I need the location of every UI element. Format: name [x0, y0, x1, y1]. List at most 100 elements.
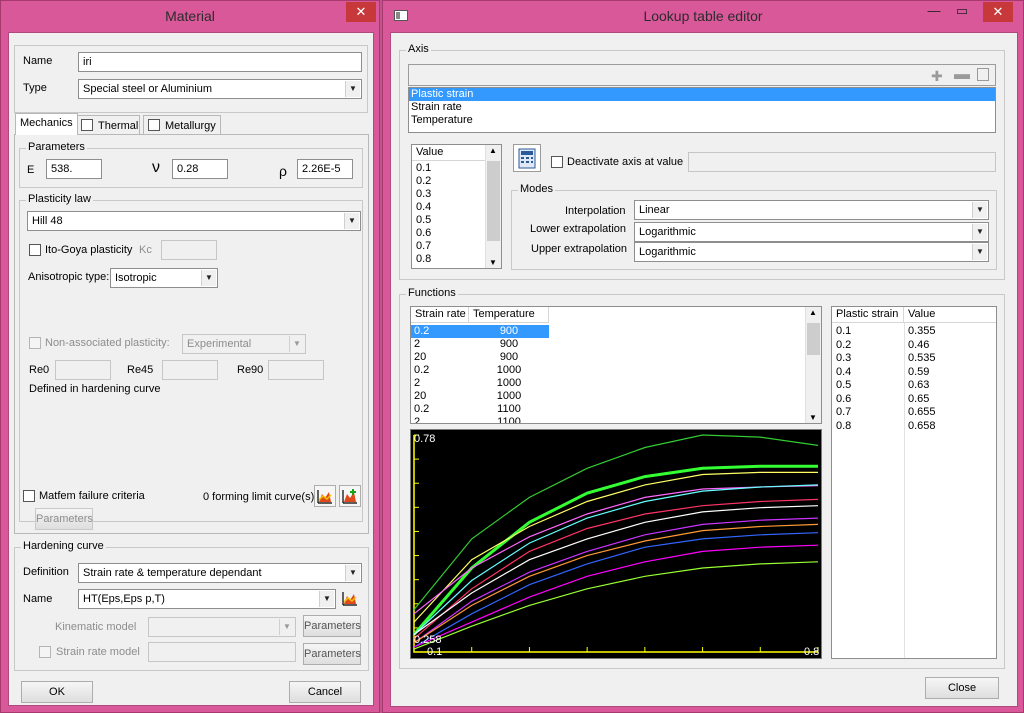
kinematic-select[interactable]: ▼ [148, 617, 296, 637]
aniso-select[interactable]: Isotropic ▼ [110, 268, 218, 288]
value-header[interactable]: Value [904, 307, 996, 323]
strain-rate-header[interactable]: Strain rate [411, 307, 469, 323]
table-row[interactable]: 0.1 0.355 [832, 325, 996, 339]
maximize-button[interactable]: ▭ [949, 2, 975, 22]
axis-list-item[interactable]: Temperature [409, 114, 995, 127]
table-row[interactable]: 2 900 [411, 338, 807, 351]
values-table[interactable]: Plastic strain Value 0.1 0.355 0.2 0.46 0.3 0… [831, 306, 997, 659]
tab-thermal[interactable]: Thermal [76, 115, 140, 135]
axis-list-item[interactable]: Plastic strain [409, 88, 995, 101]
axis-value-item[interactable]: 0.8 [414, 253, 431, 266]
strain-rate-model-field[interactable] [148, 642, 296, 662]
re90-field[interactable] [268, 360, 324, 380]
re0-field[interactable] [55, 360, 111, 380]
value-column-header[interactable]: Value [412, 145, 486, 161]
lookup-close-x-button[interactable]: ✕ [983, 2, 1013, 22]
name-field[interactable]: iri [78, 52, 362, 72]
strain-rate-parameters-button[interactable]: Parameters [303, 643, 361, 665]
axis-value-item[interactable]: 0.2 [414, 175, 431, 188]
axis-value-item[interactable]: 0.5 [414, 214, 431, 227]
ito-goya-checkbox[interactable] [29, 244, 41, 256]
matfem-checkbox[interactable] [23, 490, 35, 502]
hardening-name-select[interactable]: HT(Eps,Eps p,T) ▼ [78, 589, 336, 609]
nu-field[interactable]: 0.28 [172, 159, 228, 179]
material-window: Material ✕ Name iri Type Special steel o… [0, 0, 380, 713]
hardening-chart-icon[interactable] [340, 588, 362, 610]
table-row[interactable]: 0.6 0.65 [832, 392, 996, 407]
re45-field[interactable] [162, 360, 218, 380]
axis-values-list[interactable]: Value 0.1 0.2 0.3 0.4 0.5 0.6 0.7 0.8 ▲ ▼ [411, 144, 502, 269]
axis-value-item[interactable]: 0.1 [414, 162, 431, 175]
value-cell: 0.65 [908, 392, 930, 405]
remove-icon[interactable]: ▬ [954, 66, 970, 84]
deactivate-axis-field[interactable] [688, 152, 996, 172]
minimize-button[interactable]: — [921, 2, 947, 22]
material-close-button[interactable]: ✕ [346, 2, 376, 22]
table-row[interactable]: 0.2 1000 [411, 364, 807, 377]
table-row[interactable]: 0.7 0.655 [832, 406, 996, 420]
table-row[interactable]: 20 1000 [411, 390, 807, 403]
table-row[interactable]: 0.2 1100 [411, 403, 807, 416]
functions-scrollbar[interactable]: ▲ ▼ [805, 307, 821, 423]
table-row[interactable]: 0.3 0.535 [832, 352, 996, 366]
interpolation-value: Linear [639, 204, 670, 216]
calculator-icon[interactable] [513, 144, 541, 172]
metallurgy-checkbox[interactable] [148, 119, 160, 131]
table-row[interactable]: 0.4 0.59 [832, 366, 996, 380]
table-row[interactable]: 20 900 [411, 351, 807, 364]
chevron-down-icon: ▼ [345, 565, 360, 581]
strain-rate-model-checkbox[interactable] [39, 646, 51, 658]
axis-list-item[interactable]: Strain rate [409, 101, 995, 114]
ok-button[interactable]: OK [21, 681, 93, 703]
table-row[interactable]: 2 1000 [411, 377, 807, 390]
thermal-checkbox[interactable] [81, 119, 93, 131]
axis-value-item[interactable]: 0.6 [414, 227, 431, 240]
series-line [413, 485, 819, 615]
type-label: Type [23, 82, 47, 94]
axis-list[interactable]: Plastic strain Strain rate Temperature [408, 87, 996, 133]
flc-count-text: 0 forming limit curve(s) [203, 491, 315, 503]
values-scrollbar[interactable]: ▲ ▼ [485, 145, 501, 268]
interpolation-select[interactable]: Linear ▼ [634, 200, 989, 220]
axis-title: Axis [406, 43, 431, 55]
axis-value-item[interactable]: 0.3 [414, 188, 431, 201]
e-field[interactable]: 538. [46, 159, 102, 179]
table-row[interactable]: 0.2 900 [411, 325, 807, 338]
kinematic-parameters-button[interactable]: Parameters [303, 615, 361, 637]
definition-select[interactable]: Strain rate & temperature dependant ▼ [78, 563, 362, 583]
add-icon[interactable]: ✚ [931, 68, 943, 85]
deactivate-axis-checkbox[interactable] [551, 156, 563, 168]
plasticity-law-select[interactable]: Hill 48 ▼ [27, 211, 361, 231]
temperature-cell: 1100 [497, 403, 521, 415]
table-row[interactable]: 2 1100 [411, 416, 807, 423]
kc-field[interactable] [161, 240, 217, 260]
table-row[interactable]: 0.5 0.63 [832, 379, 996, 393]
table-row[interactable]: 0.8 0.658 [832, 419, 996, 434]
plastic-strain-header[interactable]: Plastic strain [832, 307, 904, 323]
chevron-down-icon: ▼ [201, 270, 216, 286]
cancel-button[interactable]: Cancel [289, 681, 361, 703]
add-flc-icon[interactable] [339, 485, 361, 507]
value-cell: 0.658 [908, 419, 936, 432]
upper-extrapolation-select[interactable]: Logarithmic ▼ [634, 242, 989, 262]
axis-value-item[interactable]: 0.4 [414, 201, 431, 214]
type-select[interactable]: Special steel or Aluminium ▼ [78, 79, 362, 99]
axis-value-item[interactable]: 0.7 [414, 240, 431, 253]
plastic-strain-cell: 0.7 [836, 406, 852, 418]
functions-table[interactable]: Strain rate Temperature 0.2 900 2 900 20 900 0… [410, 306, 822, 424]
re90-label: Re90 [237, 364, 264, 376]
close-button[interactable]: Close [925, 677, 999, 699]
non-assoc-checkbox[interactable] [29, 337, 41, 349]
non-assoc-select[interactable]: Experimental ▼ [182, 334, 306, 354]
temperature-header[interactable]: Temperature [469, 307, 549, 323]
tab-mechanics[interactable]: Mechanics [15, 113, 78, 135]
tab-metallurgy[interactable]: Metallurgy [143, 115, 221, 135]
rho-field[interactable]: 2.26E-5 [297, 159, 353, 179]
plasticity-title: Plasticity law [26, 193, 93, 205]
failure-parameters-button[interactable]: Parameters [35, 508, 93, 530]
tab-metallurgy-label: Metallurgy [165, 120, 216, 132]
copy-icon[interactable] [977, 68, 989, 81]
table-row[interactable]: 0.2 0.46 [832, 339, 996, 353]
lower-extrapolation-select[interactable]: Logarithmic ▼ [634, 222, 989, 242]
flc-chart-icon[interactable] [314, 485, 336, 507]
